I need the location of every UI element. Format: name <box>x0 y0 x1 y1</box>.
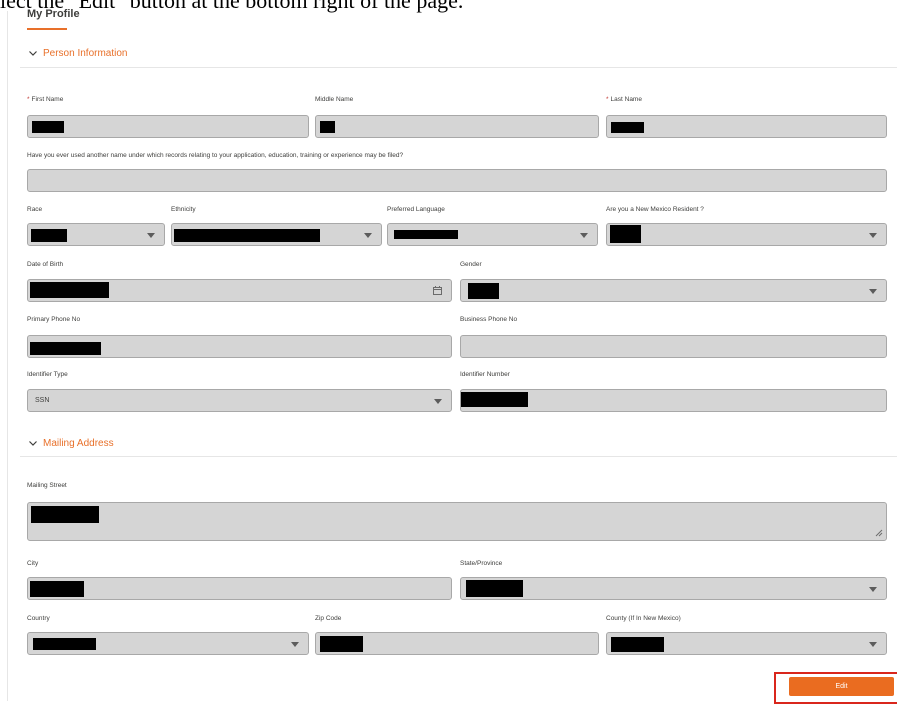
date-of-birth-label: Date of Birth <box>27 261 64 268</box>
resize-handle-icon[interactable] <box>875 529 883 537</box>
date-of-birth-field[interactable] <box>27 279 452 302</box>
nm-resident-label: Are you a New Mexico Resident ? <box>606 206 704 213</box>
other-names-label: Have you ever used another name under wh… <box>27 152 404 159</box>
zip-code-label: Zip Code <box>315 615 342 622</box>
caret-down-icon <box>869 289 877 294</box>
page-title: My Profile <box>27 8 80 20</box>
country-select[interactable] <box>27 632 309 655</box>
primary-phone-field[interactable] <box>27 335 452 358</box>
gender-label: Gender <box>460 261 482 268</box>
caret-down-icon <box>434 399 442 404</box>
zip-code-field[interactable] <box>315 632 599 655</box>
section-title-mailing-address: Mailing Address <box>43 437 114 449</box>
first-name-field[interactable] <box>27 115 309 138</box>
caret-down-icon <box>869 587 877 592</box>
identifier-number-field[interactable] <box>460 389 887 412</box>
caret-down-icon <box>580 233 588 238</box>
section-divider <box>20 67 897 68</box>
mailing-street-textarea[interactable] <box>27 502 887 541</box>
section-divider <box>20 456 897 457</box>
last-name-label: * Last Name <box>606 96 642 103</box>
race-select[interactable] <box>27 223 165 246</box>
county-label: County (If In New Mexico) <box>606 615 681 622</box>
preferred-language-label: Preferred Language <box>387 206 445 213</box>
section-header-person-information[interactable]: Person Information <box>28 45 128 61</box>
chevron-down-icon <box>29 441 37 446</box>
county-select[interactable] <box>606 632 887 655</box>
chevron-down-icon <box>29 51 37 56</box>
other-names-field[interactable] <box>27 169 887 192</box>
preferred-language-select[interactable] <box>387 223 598 246</box>
identifier-type-value: SSN <box>35 397 50 404</box>
last-name-field[interactable] <box>606 115 887 138</box>
section-header-mailing-address[interactable]: Mailing Address <box>28 435 114 451</box>
country-label: Country <box>27 615 50 622</box>
middle-name-label: Middle Name <box>315 96 354 103</box>
caret-down-icon <box>291 642 299 647</box>
ethnicity-select[interactable] <box>171 223 382 246</box>
identifier-number-label: Identifier Number <box>460 371 510 378</box>
identifier-type-select[interactable]: SSN <box>27 389 452 412</box>
race-label: Race <box>27 206 43 213</box>
calendar-icon[interactable] <box>433 286 442 295</box>
first-name-label: * First Name <box>27 96 64 103</box>
identifier-type-label: Identifier Type <box>27 371 68 378</box>
caret-down-icon <box>869 642 877 647</box>
business-phone-label: Business Phone No <box>460 316 518 323</box>
gender-select[interactable] <box>460 279 887 302</box>
business-phone-field[interactable] <box>460 335 887 358</box>
city-field[interactable] <box>27 577 452 600</box>
caret-down-icon <box>869 233 877 238</box>
primary-phone-label: Primary Phone No <box>27 316 81 323</box>
page-title-underline <box>27 28 67 30</box>
edit-button[interactable]: Edit <box>789 677 894 696</box>
caret-down-icon <box>147 233 155 238</box>
state-province-select[interactable] <box>460 577 887 600</box>
middle-name-field[interactable] <box>315 115 599 138</box>
caret-down-icon <box>364 233 372 238</box>
city-label: City <box>27 560 39 567</box>
section-title-person-information: Person Information <box>43 47 128 59</box>
state-province-label: State/Province <box>460 560 503 567</box>
mailing-street-label: Mailing Street <box>27 482 67 489</box>
nm-resident-select[interactable] <box>606 223 887 246</box>
ethnicity-label: Ethnicity <box>171 206 196 213</box>
